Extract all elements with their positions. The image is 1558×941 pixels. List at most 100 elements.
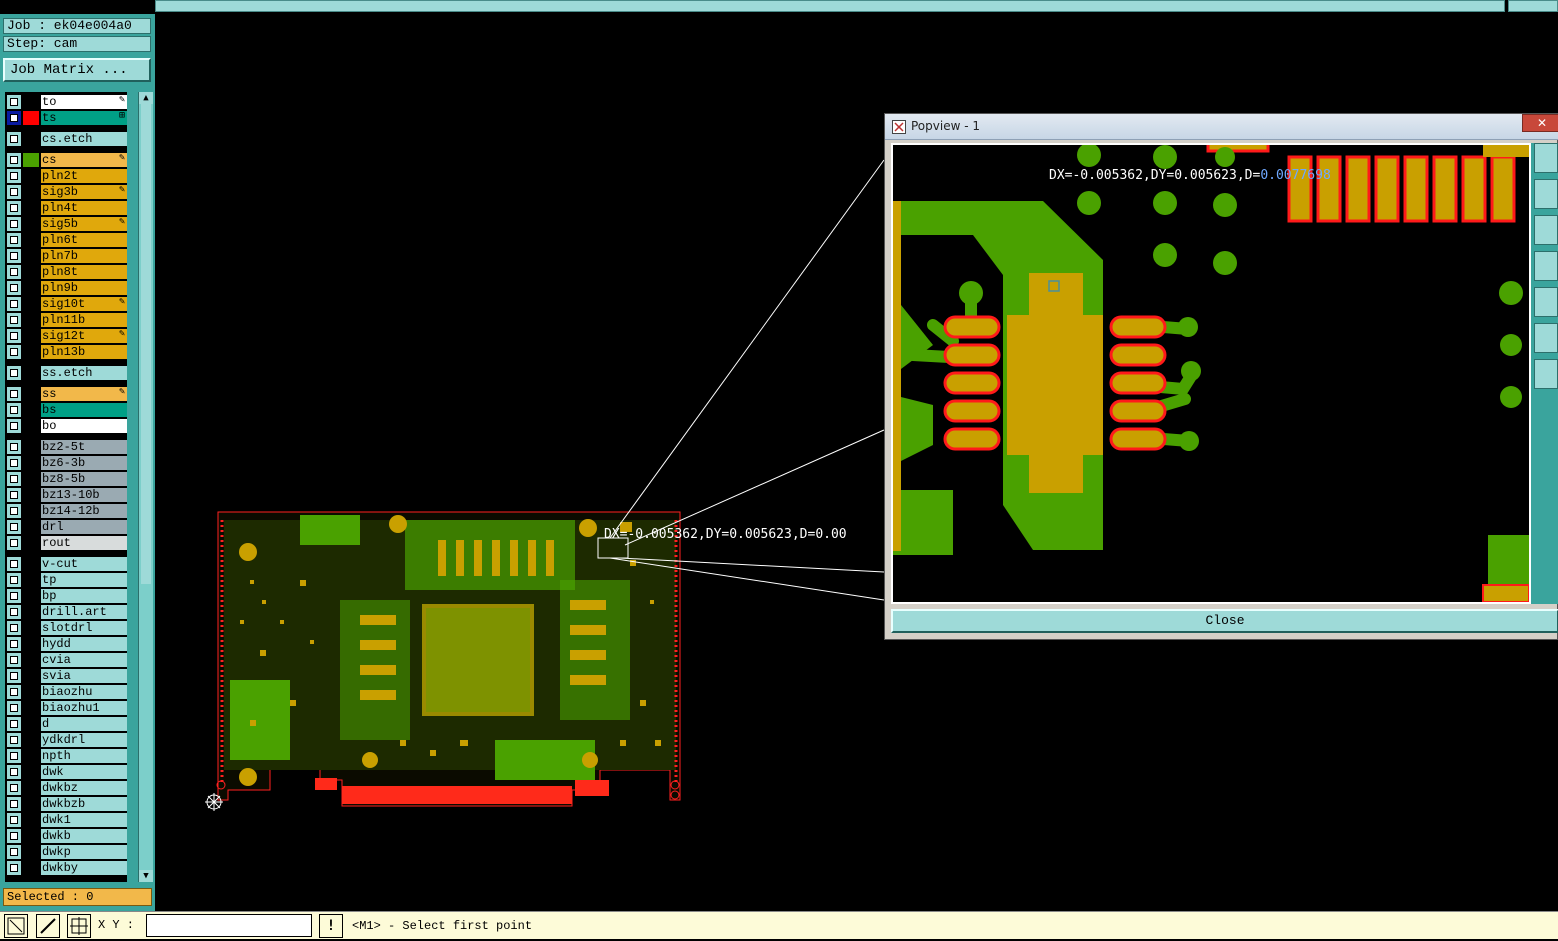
layer-name[interactable]: ss (41, 387, 127, 401)
layer-color-swatch[interactable] (23, 153, 39, 167)
layer-name[interactable]: pln6t (41, 233, 127, 247)
layer-color-swatch[interactable] (23, 95, 39, 109)
zoom-home-icon[interactable] (1534, 143, 1558, 173)
layer-name[interactable]: biaozhu (41, 685, 127, 699)
layer-row-v-cut[interactable]: v-cut (5, 556, 127, 572)
layer-row-bz14-12b[interactable]: bz14-12b (5, 503, 127, 519)
layer-checkbox[interactable] (7, 589, 21, 603)
layer-row-dwkby[interactable]: dwkby (5, 860, 127, 876)
layer-color-swatch[interactable] (23, 749, 39, 763)
layer-checkbox[interactable] (7, 829, 21, 843)
layer-name[interactable]: sig10t (41, 297, 127, 311)
pan-down-icon[interactable] (1534, 215, 1558, 245)
layer-checkbox[interactable] (7, 557, 21, 571)
layer-color-swatch[interactable] (23, 366, 39, 380)
layer-row-cvia[interactable]: cvia (5, 652, 127, 668)
layer-name[interactable]: hydd (41, 637, 127, 651)
layer-checkbox[interactable] (7, 132, 21, 146)
layer-row-pln11b[interactable]: pln11b (5, 312, 127, 328)
layer-checkbox[interactable] (7, 845, 21, 859)
layer-checkbox[interactable] (7, 701, 21, 715)
layer-color-swatch[interactable] (23, 589, 39, 603)
layer-name[interactable]: sig12t (41, 329, 127, 343)
layer-checkbox[interactable] (7, 813, 21, 827)
layer-row-hydd[interactable]: hydd (5, 636, 127, 652)
layer-row-sig10t[interactable]: sig10t ✎ (5, 296, 127, 312)
grid-icon[interactable] (36, 914, 60, 938)
layer-row-bs[interactable]: bs (5, 402, 127, 418)
layer-color-swatch[interactable] (23, 201, 39, 215)
layer-color-swatch[interactable] (23, 685, 39, 699)
layer-color-swatch[interactable] (23, 456, 39, 470)
layer-checkbox[interactable] (7, 201, 21, 215)
job-matrix-button[interactable]: Job Matrix ... (3, 58, 151, 82)
layer-color-swatch[interactable] (23, 845, 39, 859)
layer-color-swatch[interactable] (23, 520, 39, 534)
layer-color-swatch[interactable] (23, 861, 39, 875)
layer-row-pln6t[interactable]: pln6t (5, 232, 127, 248)
pcb-board[interactable] (216, 511, 681, 807)
layer-color-swatch[interactable] (23, 701, 39, 715)
layer-row-ss.etch[interactable]: ss.etch (5, 365, 127, 381)
layer-checkbox[interactable] (7, 313, 21, 327)
zoom-in-icon[interactable] (1534, 323, 1558, 353)
layer-name[interactable]: pln2t (41, 169, 127, 183)
crosshair-icon[interactable] (67, 914, 91, 938)
layer-row-pln13b[interactable]: pln13b (5, 344, 127, 360)
layer-name[interactable]: pln9b (41, 281, 127, 295)
layer-checkbox[interactable] (7, 95, 21, 109)
scroll-thumb[interactable] (141, 104, 151, 584)
layer-row-svia[interactable]: svia (5, 668, 127, 684)
layer-checkbox[interactable] (7, 653, 21, 667)
layer-name[interactable]: slotdrl (41, 621, 127, 635)
layer-row-tp[interactable]: tp (5, 572, 127, 588)
layer-name[interactable]: cs (41, 153, 127, 167)
layer-checkbox[interactable] (7, 733, 21, 747)
popview-viewport[interactable]: DX=-0.005362,DY=0.005623,D=0.0077698 (891, 143, 1531, 604)
layer-name[interactable]: tp (41, 573, 127, 587)
layer-color-swatch[interactable] (23, 504, 39, 518)
layer-row-cs[interactable]: cs ✎ (5, 152, 127, 168)
layer-color-swatch[interactable] (23, 281, 39, 295)
layer-name[interactable]: v-cut (41, 557, 127, 571)
layer-checkbox[interactable] (7, 536, 21, 550)
layer-color-swatch[interactable] (23, 781, 39, 795)
layer-name[interactable]: bo (41, 419, 127, 433)
layer-color-swatch[interactable] (23, 440, 39, 454)
close-button[interactable]: Close (891, 609, 1558, 633)
zoom-fit-icon[interactable] (4, 914, 28, 938)
layer-row-ts[interactable]: ts ⊞ (5, 110, 127, 126)
layer-color-swatch[interactable] (23, 717, 39, 731)
layer-name[interactable]: svia (41, 669, 127, 683)
layer-row-slotdrl[interactable]: slotdrl (5, 620, 127, 636)
layer-color-swatch[interactable] (23, 345, 39, 359)
top-menu-bar[interactable] (155, 0, 1505, 12)
layer-name[interactable]: bz8-5b (41, 472, 127, 486)
layer-row-pln9b[interactable]: pln9b (5, 280, 127, 296)
layer-name[interactable]: pln4t (41, 201, 127, 215)
layer-name[interactable]: bz13-10b (41, 488, 127, 502)
layer-color-swatch[interactable] (23, 132, 39, 146)
layer-name[interactable]: cvia (41, 653, 127, 667)
layer-checkbox[interactable] (7, 749, 21, 763)
layer-row-dwkp[interactable]: dwkp (5, 844, 127, 860)
layer-name[interactable]: bp (41, 589, 127, 603)
layer-checkbox[interactable] (7, 281, 21, 295)
layer-checkbox[interactable] (7, 573, 21, 587)
layer-checkbox[interactable] (7, 861, 21, 875)
layer-row-sig12t[interactable]: sig12t ✎ (5, 328, 127, 344)
layer-row-bz13-10b[interactable]: bz13-10b (5, 487, 127, 503)
layer-row-to[interactable]: to ✎ (5, 94, 127, 110)
layer-color-swatch[interactable] (23, 669, 39, 683)
layer-row-biaozhu1[interactable]: biaozhu1 (5, 700, 127, 716)
popview-window[interactable]: Popview - 1 ✕ DX=-0.005362,DY=0.005623,D… (884, 113, 1558, 640)
xy-coordinate-input[interactable] (146, 914, 312, 937)
layer-row-drill.art[interactable]: drill.art (5, 604, 127, 620)
layer-name[interactable]: biaozhu1 (41, 701, 127, 715)
layer-row-sig3b[interactable]: sig3b ✎ (5, 184, 127, 200)
layer-name[interactable]: dwkp (41, 845, 127, 859)
layer-row-npth[interactable]: npth (5, 748, 127, 764)
layer-color-swatch[interactable] (23, 169, 39, 183)
layer-color-swatch[interactable] (23, 249, 39, 263)
layer-checkbox[interactable] (7, 520, 21, 534)
